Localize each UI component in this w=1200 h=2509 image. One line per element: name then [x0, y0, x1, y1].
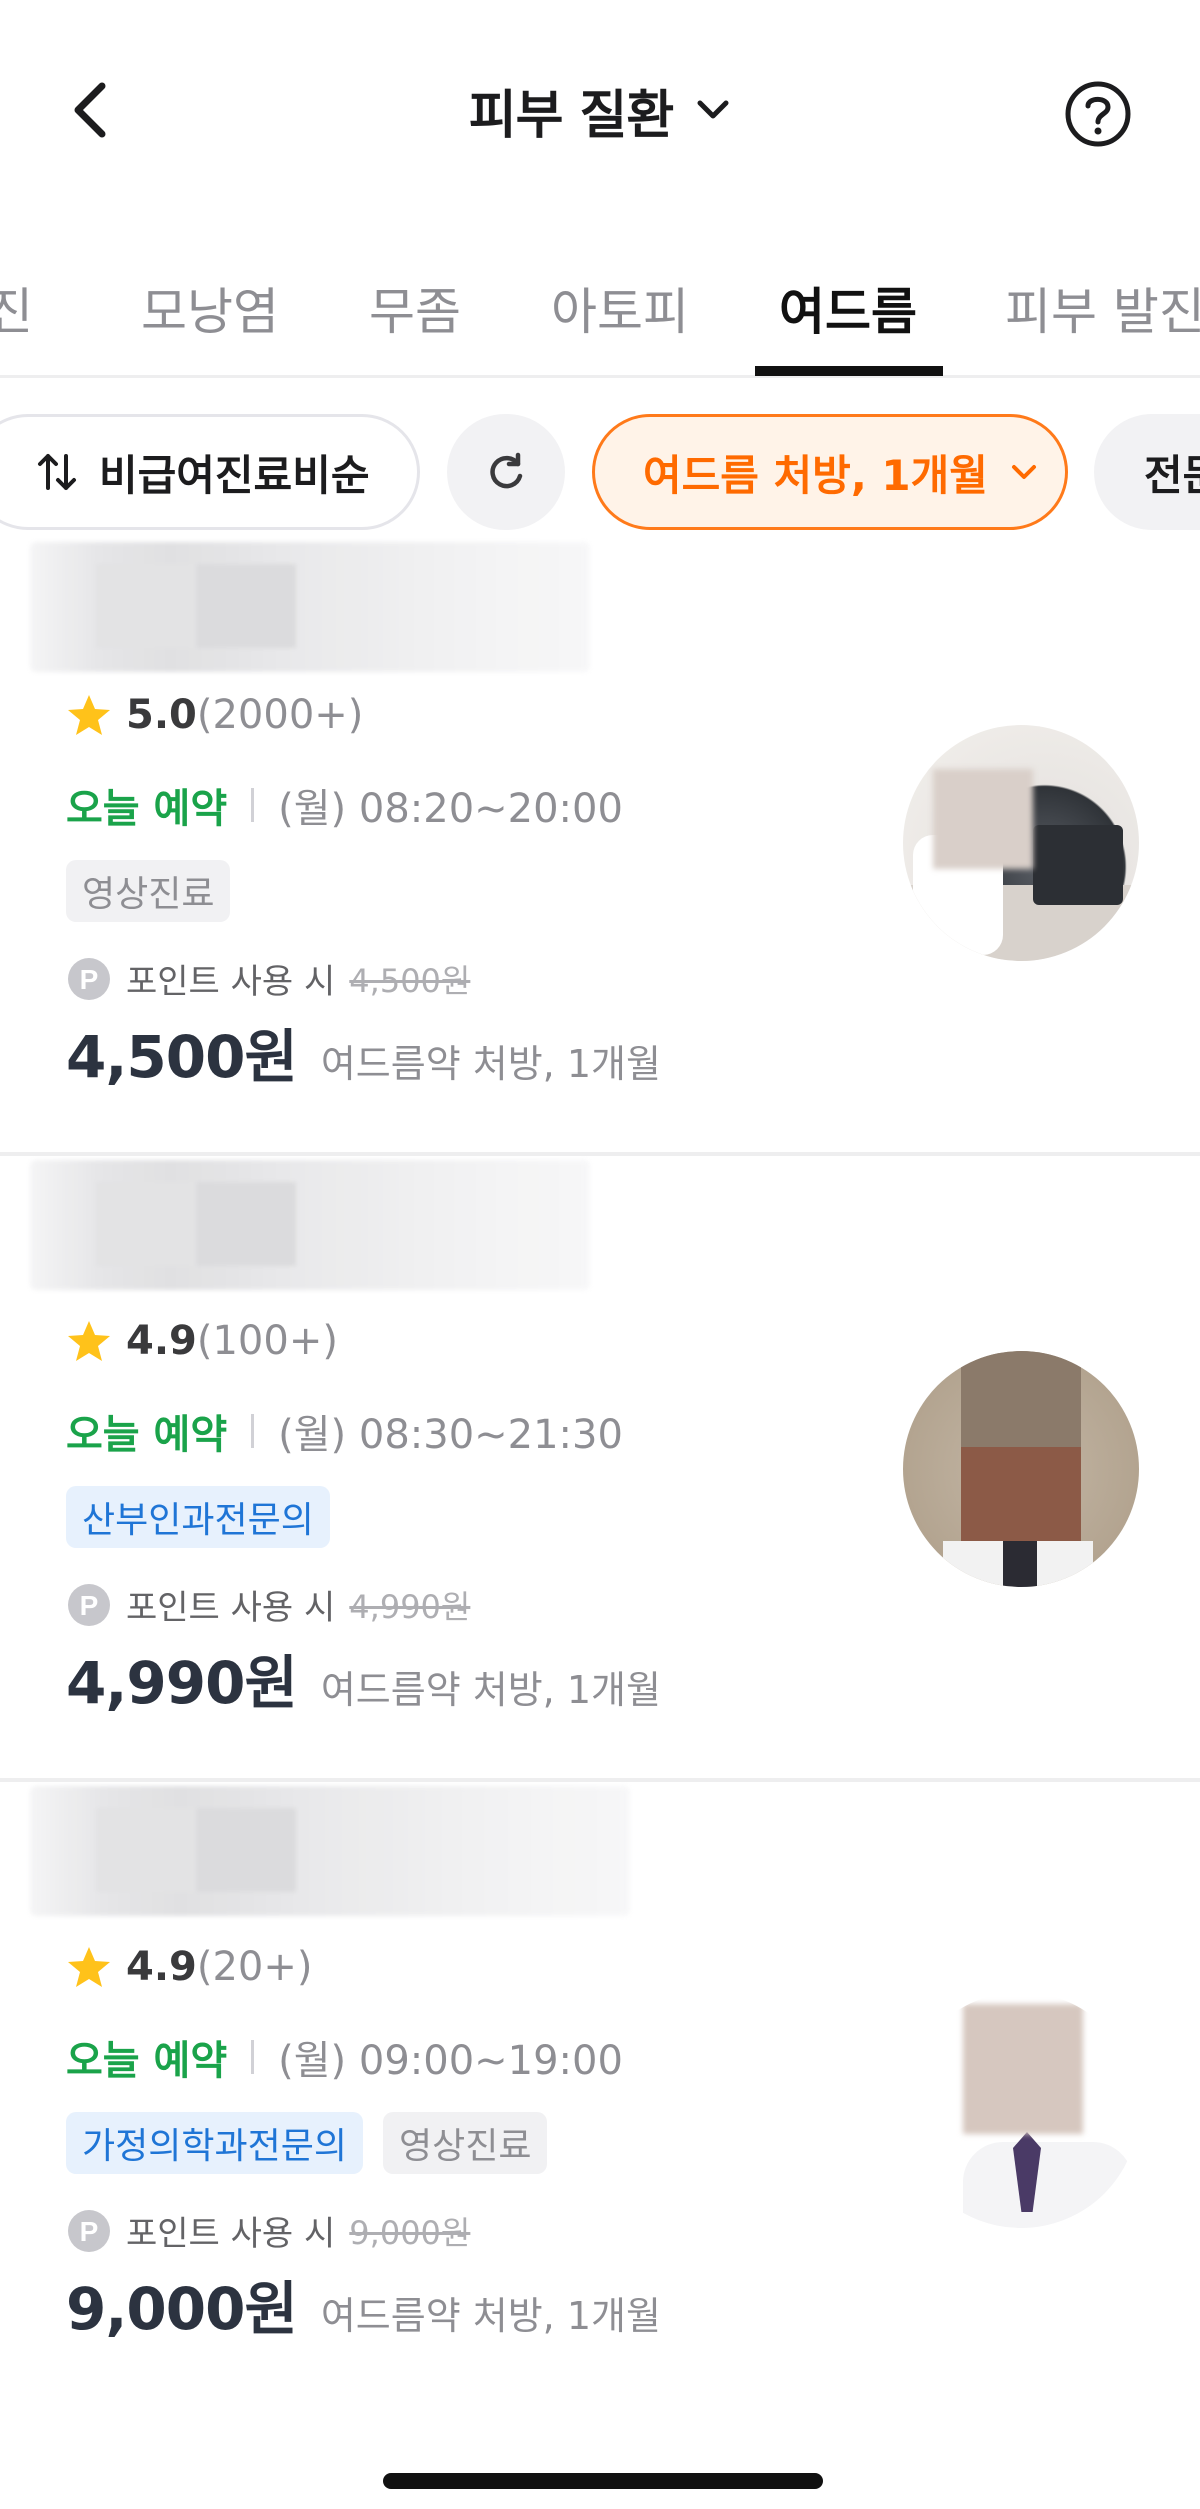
- blurred-clinic-name: [30, 1786, 630, 1916]
- opening-hours: (월) 09:00~19:00: [278, 2038, 623, 2084]
- original-price: 4,990원: [349, 1587, 471, 1626]
- points-label: 포인트 사용 시: [126, 962, 336, 1002]
- rating: 4.9 (100+): [66, 1318, 338, 1364]
- star-icon: [68, 1947, 110, 1987]
- sort-chip[interactable]: 비급여진료비순: [0, 414, 420, 530]
- original-price: 9,000원: [349, 2213, 471, 2252]
- price: 4,500원: [66, 1023, 298, 1091]
- specialist-filter-label: 전문: [1144, 450, 1200, 500]
- points-row: P 포인트 사용 시 4,500원: [66, 954, 470, 1003]
- condition-filter-label: 여드름 처방, 1개월: [643, 450, 988, 500]
- today-booking-label: 오늘 예약: [66, 786, 228, 832]
- sort-arrows-icon: [38, 454, 76, 490]
- divider: [251, 1414, 255, 1448]
- divider: [251, 2040, 255, 2074]
- help-circle-icon: [1065, 81, 1131, 147]
- tab-atopy[interactable]: 아토피: [540, 240, 700, 375]
- point-coin-icon: P: [68, 957, 110, 1000]
- availability: 오늘 예약 (월) 08:30~21:30: [66, 1402, 623, 1460]
- review-count: (20+): [196, 1944, 313, 1990]
- review-count: (2000+): [196, 692, 364, 738]
- category-tabs: 진 모낭염 무좀 아토피 여드름 피부 발진: [0, 240, 1200, 378]
- divider: [251, 788, 255, 822]
- clinic-card[interactable]: 4.9 (20+) 오늘 예약 (월) 09:00~19:00 가정의학과전문의…: [0, 1786, 1200, 2386]
- page: 피부 질환 진 모낭염 무좀 아토피 여드름 피부 발진 비급여진료비순 여드름…: [0, 0, 1200, 2509]
- price: 4,990원: [66, 1649, 298, 1717]
- star-icon: [68, 695, 110, 735]
- price-description: 여드름약 처방, 1개월: [320, 1668, 661, 1712]
- tag-video-consult: 영상진료: [382, 2112, 548, 2174]
- tag-list: 산부인과전문의: [66, 1486, 330, 1548]
- tab-acne[interactable]: 여드름: [768, 240, 928, 375]
- tab-partial[interactable]: 진: [0, 240, 50, 375]
- card-divider: [0, 1778, 1200, 1782]
- opening-hours: (월) 08:30~21:30: [278, 1412, 623, 1458]
- opening-hours: (월) 08:20~20:00: [278, 786, 623, 832]
- app-header: 피부 질환: [0, 0, 1200, 230]
- availability: 오늘 예약 (월) 09:00~19:00: [66, 2028, 623, 2086]
- blurred-clinic-name: [30, 1160, 590, 1290]
- svg-text:P: P: [80, 1590, 99, 1621]
- doctor-avatar: [903, 725, 1139, 961]
- active-tab-indicator: [755, 366, 943, 376]
- price-description: 여드름약 처방, 1개월: [320, 2294, 661, 2338]
- svg-text:P: P: [80, 964, 99, 995]
- help-button[interactable]: [1064, 80, 1132, 148]
- price-row: 4,500원 여드름약 처방, 1개월: [66, 1010, 661, 1094]
- price-row: 4,990원 여드름약 처방, 1개월: [66, 1636, 661, 1720]
- chevron-down-icon: [1011, 465, 1036, 479]
- doctor-avatar: [903, 1992, 1139, 2228]
- specialist-filter-chip[interactable]: 전문: [1094, 414, 1200, 530]
- card-divider: [0, 1152, 1200, 1156]
- points-label: 포인트 사용 시: [126, 2214, 336, 2254]
- title-selector[interactable]: 피부 질환: [0, 78, 1200, 146]
- refresh-button[interactable]: [447, 414, 565, 530]
- tab-folliculitis[interactable]: 모낭염: [130, 240, 290, 375]
- original-price: 4,500원: [349, 961, 471, 1000]
- tag-video-consult: 영상진료: [66, 860, 231, 922]
- tag-obgyn-specialist: 산부인과전문의: [66, 1486, 330, 1548]
- clinic-card[interactable]: 4.9 (100+) 오늘 예약 (월) 08:30~21:30 산부인과전문의…: [0, 1160, 1200, 1782]
- clinic-card[interactable]: 5.0 (2000+) 오늘 예약 (월) 08:20~20:00 영상진료 P…: [0, 534, 1200, 1156]
- rating-score: 4.9: [126, 1944, 197, 1990]
- availability: 오늘 예약 (월) 08:20~20:00: [66, 776, 623, 834]
- chevron-down-icon: [695, 92, 731, 128]
- today-booking-label: 오늘 예약: [66, 2038, 228, 2084]
- tag-list: 영상진료: [66, 860, 231, 922]
- blurred-clinic-name: [30, 542, 590, 672]
- tag-list: 가정의학과전문의 영상진료: [66, 2112, 548, 2174]
- rating-score: 5.0: [126, 692, 197, 738]
- doctor-avatar: [903, 1351, 1139, 1587]
- price-description: 여드름약 처방, 1개월: [320, 1042, 661, 1086]
- star-icon: [68, 1321, 110, 1361]
- price-row: 9,000원 여드름약 처방, 1개월: [66, 2262, 661, 2346]
- sort-label: 비급여진료비순: [99, 450, 370, 500]
- points-label: 포인트 사용 시: [126, 1588, 336, 1628]
- page-title: 피부 질환: [468, 85, 674, 146]
- today-booking-label: 오늘 예약: [66, 1412, 228, 1458]
- points-row: P 포인트 사용 시 9,000원: [66, 2206, 470, 2255]
- point-coin-icon: P: [68, 2209, 110, 2252]
- tag-family-medicine-specialist: 가정의학과전문의: [66, 2112, 363, 2174]
- tab-skin-rash[interactable]: 피부 발진: [1005, 240, 1200, 375]
- tab-athletes-foot[interactable]: 무좀: [355, 240, 475, 375]
- rating: 5.0 (2000+): [66, 692, 363, 738]
- rating: 4.9 (20+): [66, 1944, 312, 1990]
- points-row: P 포인트 사용 시 4,990원: [66, 1580, 470, 1629]
- filter-row: 비급여진료비순 여드름 처방, 1개월 전문: [0, 414, 1200, 534]
- refresh-icon: [490, 452, 523, 489]
- price: 9,000원: [66, 2275, 298, 2343]
- home-indicator: [383, 2473, 823, 2489]
- review-count: (100+): [196, 1318, 338, 1364]
- condition-filter-chip[interactable]: 여드름 처방, 1개월: [592, 414, 1068, 530]
- svg-text:P: P: [80, 2216, 99, 2247]
- rating-score: 4.9: [126, 1318, 197, 1364]
- point-coin-icon: P: [68, 1583, 110, 1626]
